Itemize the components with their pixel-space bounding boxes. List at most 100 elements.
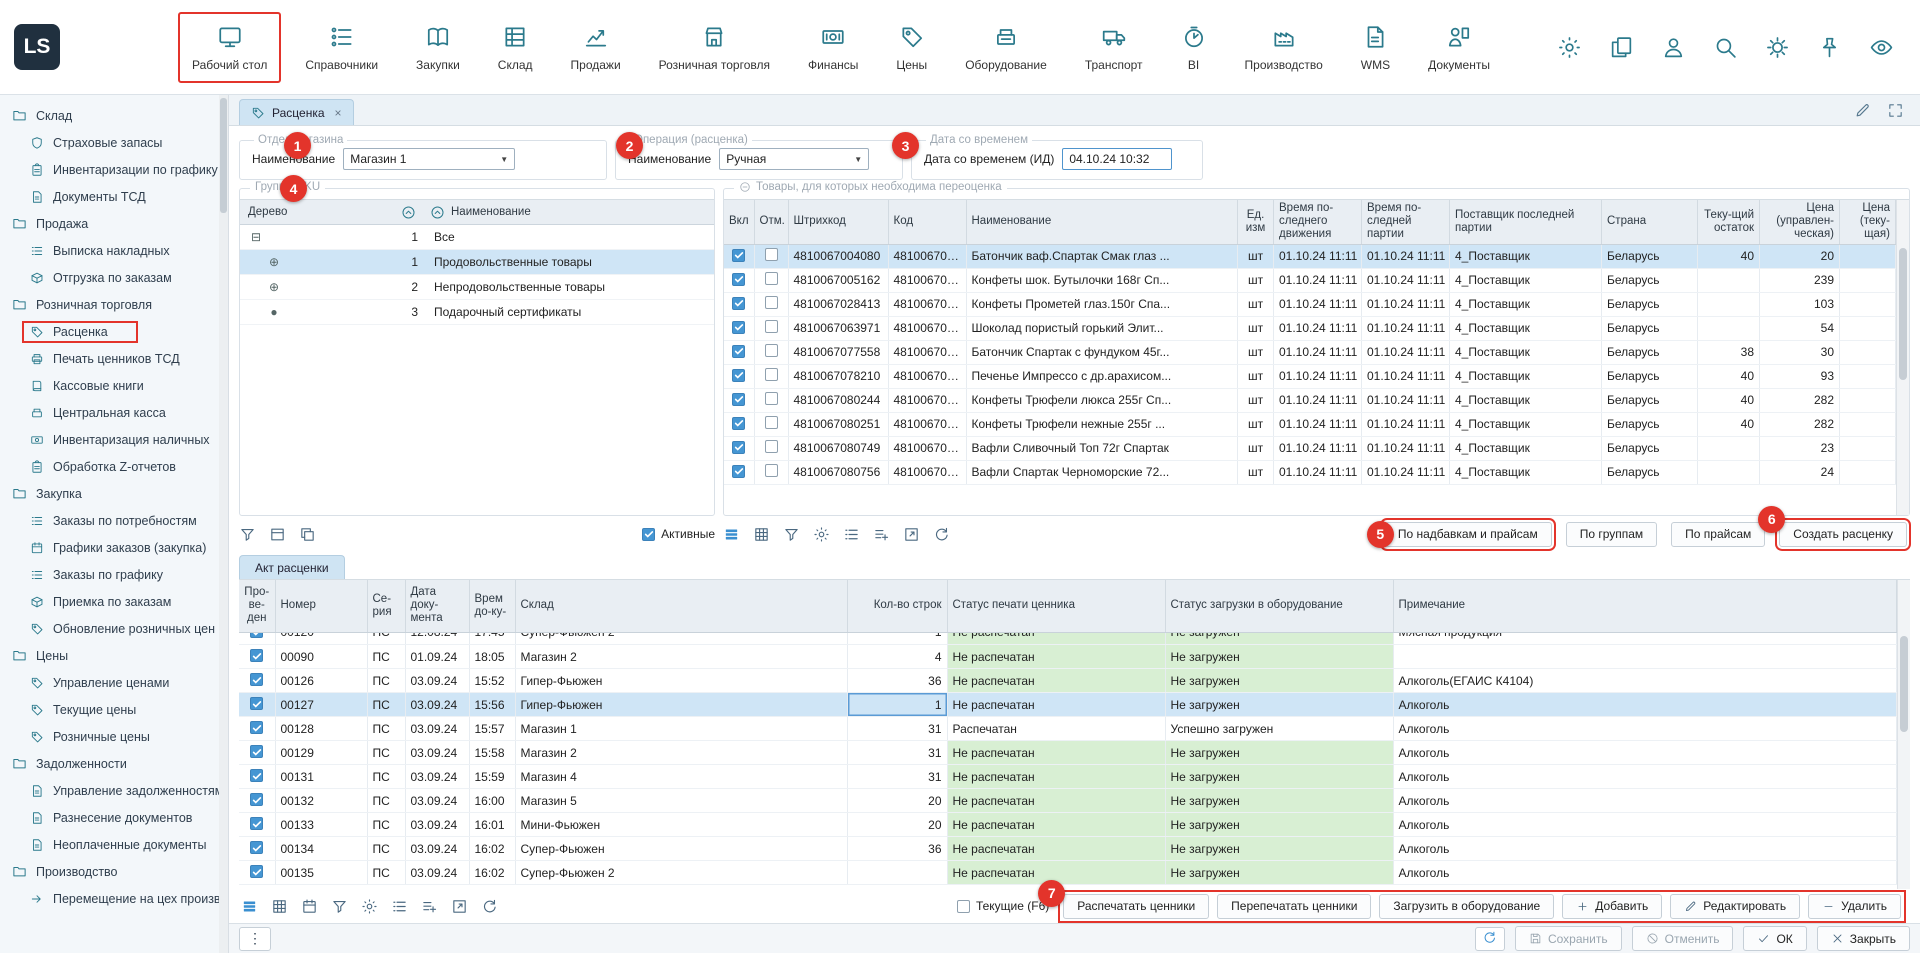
by-markups-button[interactable]: По надбавкам и прайсам — [1384, 522, 1552, 547]
act-col-number[interactable]: Номер — [275, 580, 367, 632]
sku-group-row[interactable]: ⊟1Все — [240, 225, 714, 250]
sidebar-item-obrabotka-z-otchetov[interactable]: Обработка Z-отчетов — [0, 453, 228, 480]
sidebar-item-upravlenie-zadolzhennostyami[interactable]: Управление задолженностями — [0, 777, 228, 804]
act-row[interactable]: 00090ПС01.09.2418:05Магазин 24Не распеча… — [239, 645, 1897, 669]
goods-row[interactable]: 481006708025148100670…Конфеты Трюфели не… — [724, 412, 1896, 436]
act-posted-checkbox[interactable] — [250, 793, 263, 806]
nav-item-transport[interactable]: Транспорт — [1071, 12, 1157, 83]
list-plus-icon[interactable] — [873, 526, 890, 543]
goods-mark-checkbox[interactable] — [765, 296, 778, 309]
save-button[interactable]: Сохранить — [1515, 926, 1622, 951]
goods-include-checkbox[interactable] — [732, 465, 745, 478]
act-row[interactable]: 00133ПС03.09.2416:01Мини-Фьюжен20Не расп… — [239, 813, 1897, 837]
sku-group-row[interactable]: ⊕2Непродовольственные товары — [240, 275, 714, 300]
goods-row[interactable]: 481006700408048100670…Батончик ваф.Спарт… — [724, 244, 1896, 268]
goods-include-checkbox[interactable] — [732, 249, 745, 262]
act-posted-checkbox[interactable] — [250, 633, 263, 639]
calendar-icon[interactable] — [301, 898, 318, 915]
sidebar-item-grafiki-zakazov-zakupka[interactable]: Графики заказов (закупка) — [0, 534, 228, 561]
nav-item-documents[interactable]: Документы — [1414, 12, 1504, 83]
nav-item-equipment[interactable]: Оборудование — [951, 12, 1061, 83]
tree-toggle-icon[interactable]: ⊕ — [266, 280, 282, 294]
nav-item-catalogs[interactable]: Справочники — [291, 12, 392, 83]
sku-col-tree[interactable]: Дерево — [240, 206, 390, 218]
grid-icon[interactable] — [271, 898, 288, 915]
refresh2-icon[interactable] — [933, 526, 950, 543]
act-scrollbar[interactable] — [1897, 580, 1910, 889]
sidebar-item-obnovlenie-roznichnyh-cen[interactable]: Обновление розничных цен — [0, 615, 228, 642]
collapse-icon[interactable] — [739, 181, 751, 193]
goods-row[interactable]: 481006707821048100670…Печенье Импрессо с… — [724, 364, 1896, 388]
act-col-store[interactable]: Склад — [515, 580, 847, 632]
current-checkbox-box[interactable] — [957, 900, 970, 913]
refresh2-icon[interactable] — [481, 898, 498, 915]
act-col-posted[interactable]: Про-ве-ден — [239, 580, 275, 632]
goods-mark-checkbox[interactable] — [765, 248, 778, 261]
goods-col-country[interactable]: Страна — [1602, 200, 1698, 244]
nav-item-wms[interactable]: WMS — [1347, 12, 1404, 83]
sidebar-section-prodazha[interactable]: Продажа — [0, 210, 228, 237]
sidebar-item-strahovye-zapasy[interactable]: Страховые запасы — [0, 129, 228, 156]
goods-include-checkbox[interactable] — [732, 417, 745, 430]
act-row[interactable]: 00126ПС03.09.2415:52Гипер-Фьюжен36Не рас… — [239, 669, 1897, 693]
funnel-icon[interactable] — [239, 526, 256, 543]
sidebar-item-neoplachennye-dokumenty[interactable]: Неоплаченные документы — [0, 831, 228, 858]
nav-item-bi[interactable]: BI — [1167, 12, 1221, 83]
goods-include-checkbox[interactable] — [732, 321, 745, 334]
funnel-icon[interactable] — [331, 898, 348, 915]
goods-col-barcode[interactable]: Штрихкод — [788, 200, 888, 244]
ok-button[interactable]: ОК — [1743, 926, 1806, 951]
goods-row[interactable]: 481006706397148100670…Шоколад пористый г… — [724, 316, 1896, 340]
act-row[interactable]: 00131ПС03.09.2415:59Магазин 431Не распеч… — [239, 765, 1897, 789]
goods-col-batch-time[interactable]: Время по-следней партии — [1362, 200, 1450, 244]
act-row[interactable]: 00128ПС03.09.2415:57Магазин 131Распечата… — [239, 717, 1897, 741]
nav-item-retail[interactable]: Розничная торговля — [645, 12, 784, 83]
sidebar-item-priemka-po-zakazam[interactable]: Приемка по заказам — [0, 588, 228, 615]
act-col-load-status[interactable]: Статус загрузки в оборудование — [1165, 580, 1393, 632]
act-posted-checkbox[interactable] — [250, 721, 263, 734]
sidebar-section-proizvodstvo[interactable]: Производство — [0, 858, 228, 885]
panel-icon[interactable] — [269, 526, 286, 543]
sidebar-item-otgruzka-po-zakazam[interactable]: Отгрузка по заказам — [0, 264, 228, 291]
sidebar-item-tekushchie-ceny[interactable]: Текущие цены — [0, 696, 228, 723]
goods-mark-checkbox[interactable] — [765, 392, 778, 405]
goods-mark-checkbox[interactable] — [765, 464, 778, 477]
rows-icon[interactable] — [241, 898, 258, 915]
tree-toggle-icon[interactable]: ⊟ — [248, 230, 264, 244]
brightness-icon[interactable] — [1765, 35, 1790, 60]
add-button[interactable]: Добавить — [1562, 894, 1662, 919]
rows-icon[interactable] — [723, 526, 740, 543]
act-col-doc-date[interactable]: Дата доку-мента — [405, 580, 469, 632]
goods-include-checkbox[interactable] — [732, 273, 745, 286]
nav-item-finance[interactable]: Финансы — [794, 12, 872, 83]
act-row[interactable]: 00120ПС12.08.2417:45Супер-Фьюжен 21Не ра… — [239, 633, 1897, 645]
goods-include-checkbox[interactable] — [732, 369, 745, 382]
sidebar-item-upravlenie-cenami[interactable]: Управление ценами — [0, 669, 228, 696]
list-icon[interactable] — [843, 526, 860, 543]
goods-col-code[interactable]: Код — [888, 200, 966, 244]
nav-item-desktop[interactable]: Рабочий стол — [178, 12, 281, 83]
store-select[interactable]: Магазин 1 ▼ — [343, 148, 515, 170]
search-icon[interactable] — [1713, 35, 1738, 60]
act-col-line-count[interactable]: Кол-во строк — [847, 580, 947, 632]
goods-col-name[interactable]: Наименование — [966, 200, 1238, 244]
sidebar-item-inventarizacii-po-grafiku[interactable]: Инвентаризации по графику — [0, 156, 228, 183]
list-plus-icon[interactable] — [421, 898, 438, 915]
goods-row[interactable]: 481006702841348100670…Конфеты Прометей г… — [724, 292, 1896, 316]
settings-gear-icon[interactable] — [1557, 35, 1582, 60]
nav-item-production[interactable]: Производство — [1231, 12, 1337, 83]
eye-icon[interactable] — [1869, 35, 1894, 60]
goods-col-supplier[interactable]: Поставщик последней партии — [1450, 200, 1602, 244]
goods-scrollbar[interactable] — [1896, 200, 1909, 515]
goods-mark-checkbox[interactable] — [765, 272, 778, 285]
act-posted-checkbox[interactable] — [250, 745, 263, 758]
sku-col-name[interactable]: Наименование — [451, 206, 531, 218]
fullscreen-icon[interactable] — [1887, 102, 1904, 119]
act-row[interactable]: 00134ПС03.09.2416:02Супер-Фьюжен36Не рас… — [239, 837, 1897, 861]
goods-mark-checkbox[interactable] — [765, 416, 778, 429]
copy-icon[interactable] — [1609, 35, 1634, 60]
act-col-series[interactable]: Се-рия — [367, 580, 405, 632]
user-icon[interactable] — [1661, 35, 1686, 60]
sidebar-item-zakazy-po-grafiku[interactable]: Заказы по графику — [0, 561, 228, 588]
goods-row[interactable]: 481006700516248100670…Конфеты шок. Бутыл… — [724, 268, 1896, 292]
